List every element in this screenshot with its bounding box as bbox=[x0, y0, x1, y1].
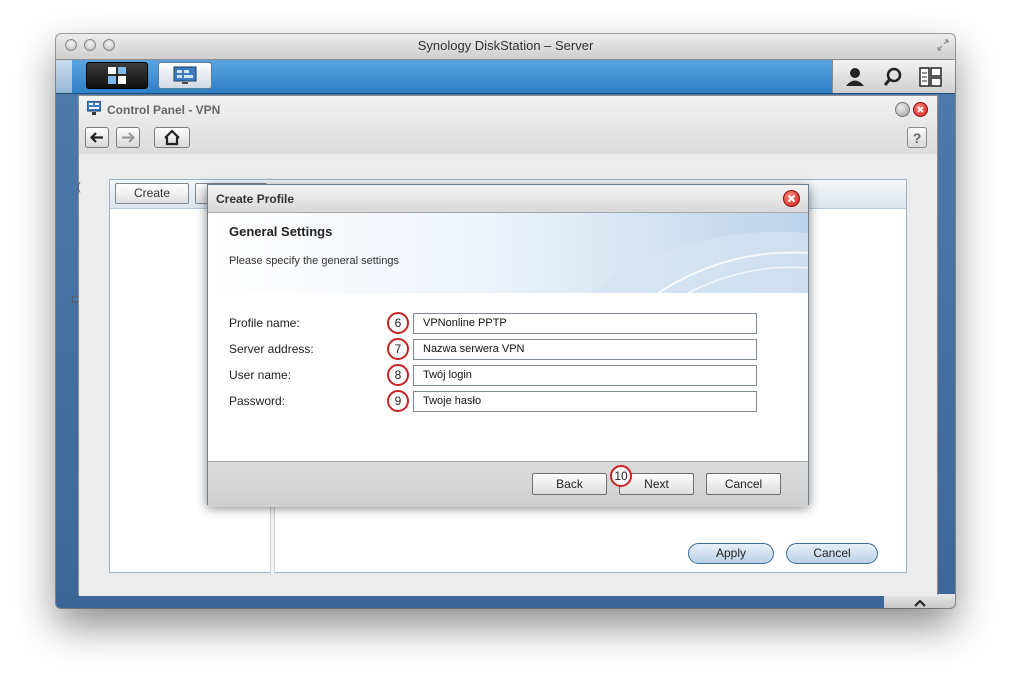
step-badge: 8 bbox=[387, 364, 409, 386]
taskbar-edge bbox=[56, 60, 72, 93]
password-label: Password: bbox=[229, 394, 286, 408]
profile-name-label: Profile name: bbox=[229, 316, 300, 330]
step-badge: 6 bbox=[387, 312, 409, 334]
apply-button[interactable]: Apply bbox=[688, 543, 774, 564]
main-menu-button[interactable] bbox=[86, 62, 148, 89]
back-nav-button[interactable] bbox=[85, 127, 109, 148]
banner-decoration bbox=[588, 231, 808, 293]
server-address-input[interactable]: Nazwa serwera VPN bbox=[413, 339, 757, 360]
home-button[interactable] bbox=[154, 127, 190, 148]
control-panel-icon bbox=[173, 66, 197, 84]
main-menu-icon bbox=[108, 67, 126, 84]
dialog-title: Create Profile bbox=[216, 192, 295, 206]
user-name-input[interactable]: Twój login bbox=[413, 365, 757, 386]
dialog-banner: General Settings Please specify the gene… bbox=[208, 213, 808, 294]
dialog-cancel-button[interactable]: Cancel bbox=[706, 473, 781, 495]
close-icon bbox=[917, 106, 924, 113]
widgets-icon[interactable] bbox=[919, 67, 943, 87]
step-badge: 9 bbox=[387, 390, 409, 412]
dialog-footer: Back Next Cancel 10 bbox=[208, 461, 808, 507]
side-letter-mid: C bbox=[71, 294, 79, 306]
create-button[interactable]: Create bbox=[115, 183, 189, 204]
window-title: Synology DiskStation – Server bbox=[417, 38, 594, 53]
chevron-up-icon bbox=[914, 599, 926, 607]
side-letter-top: ( bbox=[77, 181, 81, 193]
dialog-heading: General Settings bbox=[229, 224, 333, 239]
taskbar-control-panel-button[interactable] bbox=[158, 62, 212, 89]
step-badge: 7 bbox=[387, 338, 409, 360]
home-icon bbox=[164, 129, 180, 146]
server-address-row: Server address: 7 Nazwa serwera VPN bbox=[208, 338, 808, 363]
user-name-row: User name: 8 Twój login bbox=[208, 364, 808, 389]
minimize-button[interactable] bbox=[895, 102, 910, 117]
forward-nav-button[interactable] bbox=[116, 127, 140, 148]
user-icon[interactable] bbox=[845, 67, 865, 86]
taskbar-right-tray bbox=[832, 60, 955, 93]
arrow-right-icon bbox=[122, 132, 136, 143]
fullscreen-icon[interactable] bbox=[937, 39, 949, 51]
server-address-label: Server address: bbox=[229, 342, 314, 356]
password-row: Password: 9 Twoje hasło bbox=[208, 390, 808, 415]
profile-name-row: Profile name: 6 VPNonline PPTP bbox=[208, 312, 808, 337]
dsm-taskbar bbox=[56, 60, 955, 94]
dialog-titlebar: Create Profile bbox=[208, 185, 808, 213]
panel-cancel-button[interactable]: Cancel bbox=[786, 543, 878, 564]
desktop-scroll-tab[interactable] bbox=[884, 594, 955, 608]
help-button[interactable]: ? bbox=[907, 127, 927, 148]
dialog-form: Profile name: 6 VPNonline PPTP Server ad… bbox=[208, 293, 808, 460]
mac-titlebar: Synology DiskStation – Server bbox=[56, 34, 955, 60]
password-input[interactable]: Twoje hasło bbox=[413, 391, 757, 412]
dialog-subtitle: Please specify the general settings bbox=[229, 255, 399, 267]
dialog-close-button[interactable] bbox=[783, 190, 800, 207]
search-icon[interactable] bbox=[883, 67, 903, 87]
arrow-left-icon bbox=[89, 132, 103, 143]
user-name-label: User name: bbox=[229, 368, 292, 382]
close-icon bbox=[787, 194, 796, 203]
control-panel-title: Control Panel - VPN bbox=[107, 103, 221, 117]
profile-name-input[interactable]: VPNonline PPTP bbox=[413, 313, 757, 334]
close-button[interactable] bbox=[913, 102, 928, 117]
step-badge: 10 bbox=[610, 465, 632, 487]
create-profile-dialog: Create Profile General Settings Please s… bbox=[207, 184, 809, 507]
control-panel-app-icon bbox=[87, 101, 101, 115]
back-button[interactable]: Back bbox=[532, 473, 607, 495]
control-panel-header: Control Panel - VPN ? bbox=[79, 96, 937, 155]
